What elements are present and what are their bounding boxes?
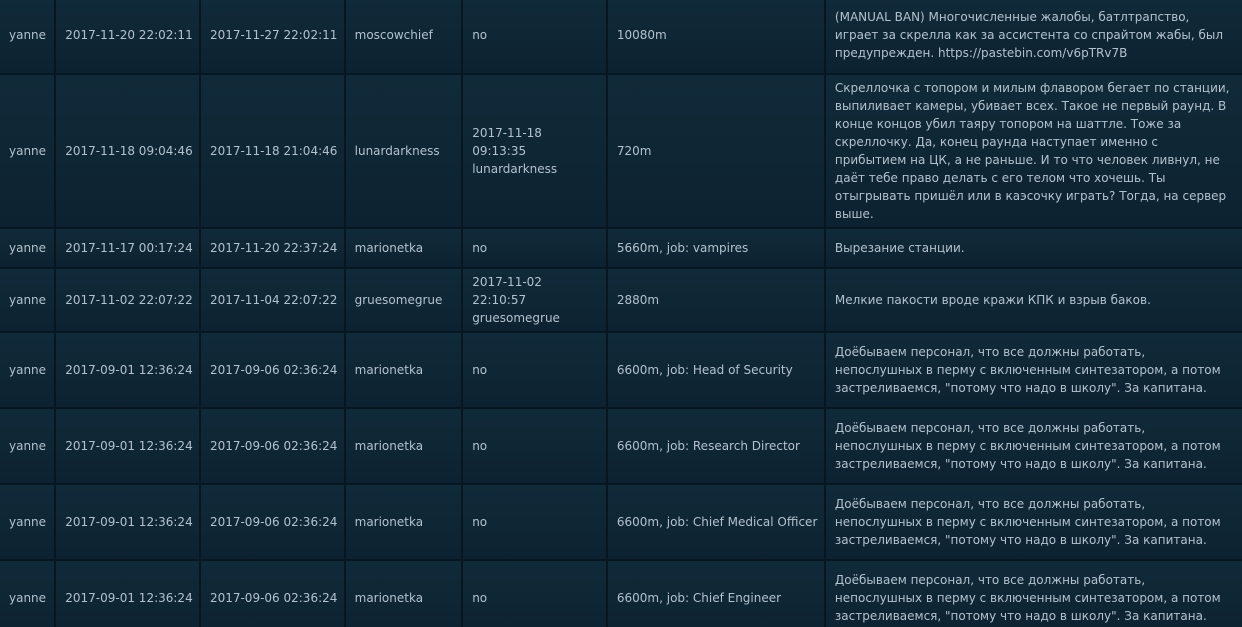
table-row: yanne 2017-11-02 22:07:22 2017-11-04 22:…	[0, 269, 1242, 331]
cell-ckey: yanne	[0, 0, 55, 73]
table-row: yanne 2017-09-01 12:36:24 2017-09-06 02:…	[0, 561, 1242, 627]
cell-unbanned: no	[463, 229, 606, 267]
cell-admin: marionetka	[345, 229, 462, 267]
table-row: yanne 2017-09-01 12:36:24 2017-09-06 02:…	[0, 485, 1242, 559]
cell-expires-at: 2017-09-06 02:36:24	[200, 485, 344, 559]
cell-ckey: yanne	[0, 485, 55, 559]
cell-reason: (MANUAL BAN) Многочисленные жалобы, батл…	[825, 0, 1242, 73]
cell-reason: Доёбываем персонал, что все должны работ…	[825, 561, 1242, 627]
cell-duration: 10080m	[607, 0, 824, 73]
table-row: yanne 2017-11-20 22:02:11 2017-11-27 22:…	[0, 0, 1242, 73]
cell-banned-at: 2017-11-17 00:17:24	[56, 229, 199, 267]
cell-ckey: yanne	[0, 75, 55, 227]
cell-reason: Вырезание станции.	[825, 229, 1242, 267]
cell-banned-at: 2017-11-18 09:04:46	[56, 75, 199, 227]
table-row: yanne 2017-11-18 09:04:46 2017-11-18 21:…	[0, 75, 1242, 227]
cell-duration: 5660m, job: vampires	[607, 229, 824, 267]
cell-reason: Доёбываем персонал, что все должны работ…	[825, 333, 1242, 407]
cell-ckey: yanne	[0, 561, 55, 627]
cell-duration: 6600m, job: Research Director	[607, 409, 824, 483]
cell-unbanned: no	[463, 561, 606, 627]
cell-reason: Скреллочка с топором и милым флавором бе…	[825, 75, 1242, 227]
cell-expires-at: 2017-11-20 22:37:24	[200, 229, 344, 267]
cell-reason: Доёбываем персонал, что все должны работ…	[825, 409, 1242, 483]
cell-ckey: yanne	[0, 333, 55, 407]
cell-unbanned: 2017-11-18 09:13:35 lunardarkness	[463, 75, 606, 227]
ban-history-table: yanne 2017-11-20 22:02:11 2017-11-27 22:…	[0, 0, 1242, 627]
cell-ckey: yanne	[0, 409, 55, 483]
cell-duration: 6600m, job: Chief Medical Officer	[607, 485, 824, 559]
cell-admin: marionetka	[345, 409, 462, 483]
table-row: yanne 2017-11-17 00:17:24 2017-11-20 22:…	[0, 229, 1242, 267]
cell-expires-at: 2017-11-27 22:02:11	[200, 0, 344, 73]
cell-duration: 6600m, job: Head of Security	[607, 333, 824, 407]
cell-admin: marionetka	[345, 485, 462, 559]
cell-admin: marionetka	[345, 561, 462, 627]
cell-ckey: yanne	[0, 229, 55, 267]
cell-duration: 6600m, job: Chief Engineer	[607, 561, 824, 627]
cell-admin: lunardarkness	[345, 75, 462, 227]
cell-banned-at: 2017-09-01 12:36:24	[56, 561, 199, 627]
cell-unbanned: no	[463, 409, 606, 483]
cell-banned-at: 2017-09-01 12:36:24	[56, 485, 199, 559]
cell-reason: Доёбываем персонал, что все должны работ…	[825, 485, 1242, 559]
cell-unbanned: no	[463, 0, 606, 73]
cell-banned-at: 2017-11-02 22:07:22	[56, 269, 199, 331]
cell-banned-at: 2017-11-20 22:02:11	[56, 0, 199, 73]
cell-banned-at: 2017-09-01 12:36:24	[56, 333, 199, 407]
cell-expires-at: 2017-11-04 22:07:22	[200, 269, 344, 331]
cell-unbanned: no	[463, 485, 606, 559]
table-row: yanne 2017-09-01 12:36:24 2017-09-06 02:…	[0, 333, 1242, 407]
cell-unbanned: no	[463, 333, 606, 407]
cell-admin: moscowchief	[345, 0, 462, 73]
cell-banned-at: 2017-09-01 12:36:24	[56, 409, 199, 483]
cell-expires-at: 2017-11-18 21:04:46	[200, 75, 344, 227]
table-row: yanne 2017-09-01 12:36:24 2017-09-06 02:…	[0, 409, 1242, 483]
cell-duration: 720m	[607, 75, 824, 227]
cell-expires-at: 2017-09-06 02:36:24	[200, 561, 344, 627]
cell-ckey: yanne	[0, 269, 55, 331]
cell-reason: Мелкие пакости вроде кражи КПК и взрыв б…	[825, 269, 1242, 331]
cell-duration: 2880m	[607, 269, 824, 331]
cell-admin: marionetka	[345, 333, 462, 407]
cell-expires-at: 2017-09-06 02:36:24	[200, 333, 344, 407]
cell-expires-at: 2017-09-06 02:36:24	[200, 409, 344, 483]
cell-admin: gruesomegrue	[345, 269, 462, 331]
ban-rows: yanne 2017-11-20 22:02:11 2017-11-27 22:…	[0, 0, 1242, 627]
cell-unbanned: 2017-11-02 22:10:57 gruesomegrue	[463, 269, 606, 331]
